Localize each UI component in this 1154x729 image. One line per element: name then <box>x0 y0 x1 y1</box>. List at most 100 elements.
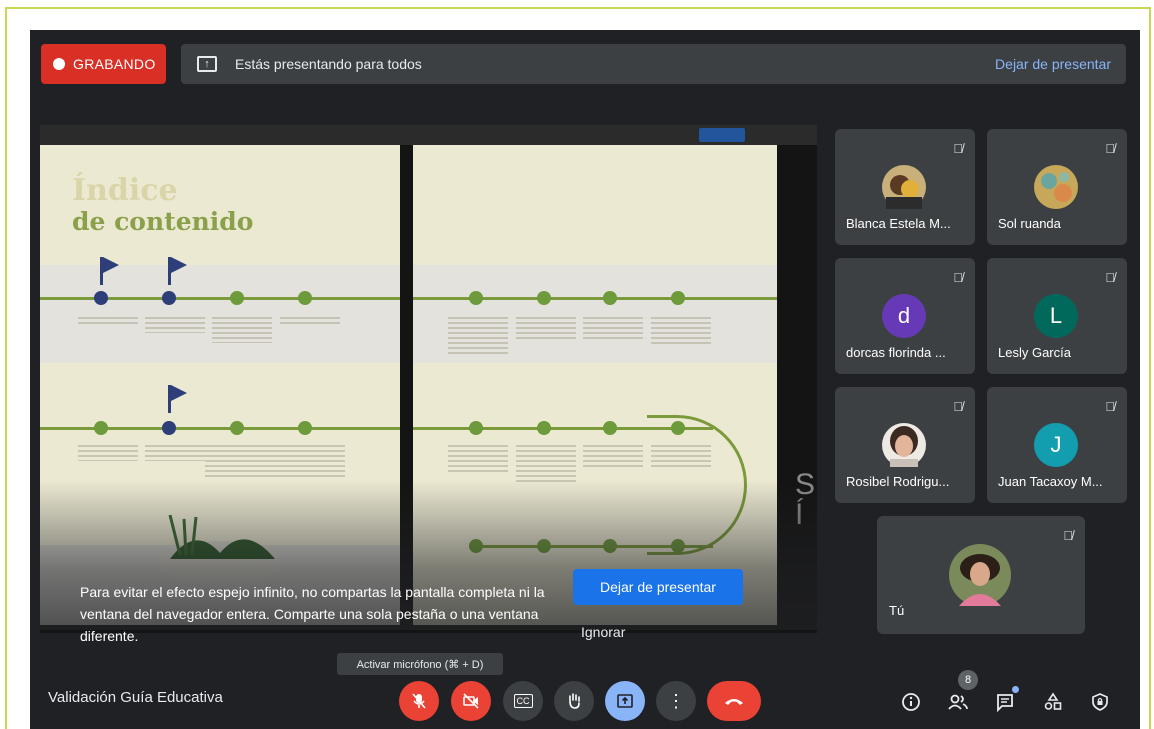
toolbar-share-button <box>699 128 745 142</box>
info-icon <box>902 693 920 711</box>
host-controls-button[interactable] <box>1087 689 1113 715</box>
avatar: L <box>1034 294 1078 338</box>
meet-window: GRABANDO ↑ Estás presentando para todos … <box>30 30 1140 729</box>
record-dot-icon <box>53 58 65 70</box>
mic-off-icon: 🎙̸ <box>953 141 963 156</box>
participant-name: Lesly García <box>998 345 1071 360</box>
mic-off-icon: 🎙̸ <box>953 270 963 285</box>
hand-icon <box>569 693 580 709</box>
document-title-line1: Índice <box>72 173 178 208</box>
participant-tile[interactable]: 🎙̸ J Juan Tacaxoy M... <box>987 387 1127 503</box>
mirror-warning-text: Para evitar el efecto espejo infinito, n… <box>80 584 545 644</box>
node-caption <box>448 317 508 357</box>
more-options-button[interactable]: ⋮ <box>656 681 696 721</box>
timeline-node <box>162 291 176 305</box>
timeline-node <box>603 291 617 305</box>
raise-hand-button[interactable] <box>554 681 594 721</box>
people-button[interactable] <box>945 689 971 715</box>
timeline-node <box>94 291 108 305</box>
participant-name: Tú <box>889 603 905 618</box>
hangup-icon <box>725 699 743 705</box>
mic-off-icon: 🎙̸ <box>1105 399 1115 414</box>
people-icon <box>948 694 968 710</box>
timeline-node <box>537 421 551 435</box>
flag-icon <box>168 257 187 285</box>
mic-off-icon: 🎙̸ <box>1105 141 1115 156</box>
meeting-info-button[interactable] <box>898 689 924 715</box>
avatar: J <box>1034 423 1078 467</box>
node-caption <box>205 445 275 479</box>
timeline-node <box>603 421 617 435</box>
captions-button[interactable]: CC <box>503 681 543 721</box>
activities-icon <box>1044 692 1062 710</box>
avatar <box>882 165 926 209</box>
flag-icon <box>168 385 187 413</box>
present-icon <box>617 694 633 708</box>
timeline-node <box>162 421 176 435</box>
timeline-node <box>469 421 483 435</box>
node-caption <box>583 445 643 467</box>
document-title-line2: de contenido <box>72 207 254 236</box>
node-caption <box>145 445 205 461</box>
participant-name: Blanca Estela M... <box>846 216 951 231</box>
page-band <box>40 265 400 363</box>
camera-off-icon <box>463 693 479 709</box>
node-caption <box>516 317 576 339</box>
meeting-title: Validación Guía Educativa <box>48 689 223 706</box>
camera-toggle-button[interactable] <box>451 681 491 721</box>
participant-name: Sol ruanda <box>998 216 1061 231</box>
presenting-banner: ↑ Estás presentando para todos Dejar de … <box>181 44 1126 84</box>
participant-tile[interactable]: 🎙̸ Blanca Estela M... <box>835 129 975 245</box>
self-tile[interactable]: 🎙̸ Tú <box>877 516 1085 634</box>
participant-count-badge: 8 <box>958 670 978 690</box>
recording-badge: GRABANDO <box>41 44 166 84</box>
node-caption <box>212 317 272 343</box>
participant-tile[interactable]: 🎙̸ Sol ruanda <box>987 129 1127 245</box>
mic-off-icon: 🎙̸ <box>1105 270 1115 285</box>
mic-toggle-button[interactable] <box>399 681 439 721</box>
participant-tile[interactable]: 🎙̸ L Lesly García <box>987 258 1127 374</box>
participant-name: dorcas florinda ... <box>846 345 946 360</box>
timeline-node <box>94 421 108 435</box>
hangup-button[interactable] <box>707 681 761 721</box>
shield-lock-icon <box>1092 693 1108 711</box>
ignore-button[interactable]: Ignorar <box>581 624 625 640</box>
more-vert-icon: ⋮ <box>667 691 685 711</box>
recording-label: GRABANDO <box>73 56 156 72</box>
participant-name: Juan Tacaxoy M... <box>998 474 1103 489</box>
avatar: d <box>882 294 926 338</box>
avatar <box>1034 165 1078 209</box>
avatar <box>882 423 926 467</box>
stop-presenting-link[interactable]: Dejar de presentar <box>995 56 1111 72</box>
timeline-node <box>298 421 312 435</box>
node-caption <box>78 317 138 327</box>
node-caption <box>78 445 138 461</box>
activities-button[interactable] <box>1040 689 1066 715</box>
document-toolbar <box>40 125 817 145</box>
node-caption <box>145 317 205 333</box>
mic-off-icon: 🎙̸ <box>1063 528 1073 543</box>
node-caption <box>275 445 345 479</box>
presenting-message: Estás presentando para todos <box>235 56 422 72</box>
present-button[interactable] <box>605 681 645 721</box>
node-caption <box>448 445 508 475</box>
timeline-node <box>230 421 244 435</box>
mic-tooltip: Activar micrófono (⌘ + D) <box>337 653 503 675</box>
chat-notification-dot <box>1012 686 1019 693</box>
present-screen-icon: ↑ <box>197 56 217 72</box>
participant-tile[interactable]: 🎙̸ Rosibel Rodrigu... <box>835 387 975 503</box>
participant-name: Rosibel Rodrigu... <box>846 474 950 489</box>
node-caption <box>583 317 643 339</box>
chat-icon <box>997 694 1013 712</box>
mic-off-icon <box>412 693 426 709</box>
node-caption <box>516 445 576 485</box>
mic-off-icon: 🎙̸ <box>953 399 963 414</box>
timeline-node <box>537 291 551 305</box>
participant-tile[interactable]: 🎙̸ d dorcas florinda ... <box>835 258 975 374</box>
stop-presenting-button[interactable]: Dejar de presentar <box>573 569 743 605</box>
flag-icon <box>100 257 119 285</box>
node-caption <box>280 317 340 327</box>
timeline-node <box>298 291 312 305</box>
timeline-node <box>469 291 483 305</box>
node-caption <box>651 317 711 347</box>
